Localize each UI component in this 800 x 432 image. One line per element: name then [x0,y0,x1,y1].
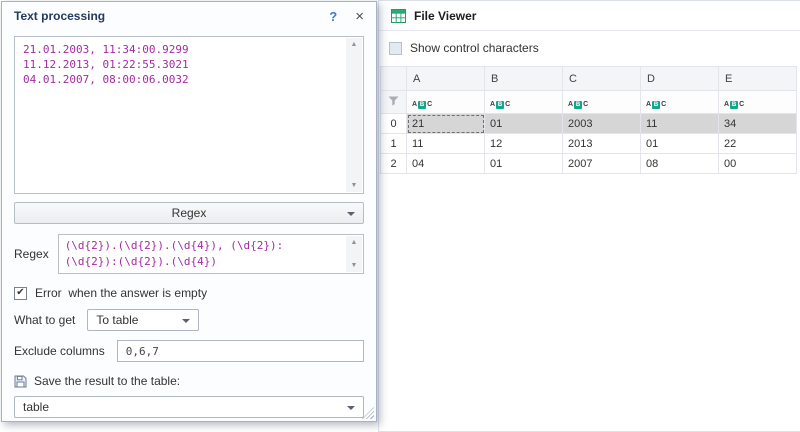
close-icon[interactable]: × [355,9,364,24]
text-type-icon: ABC [412,101,432,109]
grid-corner-cell[interactable] [381,67,407,91]
grid-cell[interactable]: 00 [719,154,797,174]
grid-cell[interactable]: 01 [485,114,563,134]
chevron-down-icon [347,212,355,216]
grid-cell[interactable]: 12 [485,134,563,154]
checkmark-icon: ✔ [16,288,24,298]
table-select[interactable]: table [14,396,364,418]
grid-cell[interactable]: 11 [407,134,485,154]
grid-cell[interactable]: 04 [407,154,485,174]
regex-value: (\d{2}).(\d{2}).(\d{4}), (\d{2}): (\d{2}… [65,238,345,270]
what-to-get-value: To table [96,313,138,327]
column-type-cell[interactable]: ABC [563,91,641,114]
grid-column-header-row: ABCDE [381,67,797,91]
row-header[interactable]: 2 [381,154,407,174]
table-select-value: table [23,400,49,414]
mode-dropdown[interactable]: Regex [14,202,364,224]
error-checkbox-row[interactable]: ✔ Error when the answer is empty [14,286,364,300]
scroll-down-icon[interactable]: ▼ [346,259,362,272]
error-checkbox[interactable]: ✔ [14,287,27,300]
text-type-icon: ABC [568,101,588,109]
grid-cell[interactable]: 21 [407,114,485,134]
row-header[interactable]: 1 [381,134,407,154]
scroll-up-icon[interactable]: ▲ [346,38,362,51]
grid-column-header[interactable]: B [485,67,563,91]
grid-column-header[interactable]: C [563,67,641,91]
column-type-cell[interactable]: ABC [485,91,563,114]
data-grid-container: ABCDE ABCABCABCABCABC 021012003113411112… [379,66,800,174]
text-processing-dialog: Text processing ? × 21.01.2003, 11:34:00… [1,1,377,422]
grid-cell[interactable]: 01 [485,154,563,174]
filter-funnel-icon [388,96,399,106]
error-checkbox-label: Error when the answer is empty [35,286,207,300]
sample-scrollbar[interactable]: ▲ ▼ [346,38,362,192]
grid-type-row: ABC ABC ABC ABC ABC [381,91,797,114]
grid-column-header[interactable]: A [407,67,485,91]
file-viewer-titlebar: File Viewer [379,1,800,31]
row-header[interactable]: 0 [381,114,407,134]
show-control-characters-checkbox[interactable] [389,42,402,55]
grid-cell[interactable]: 2007 [563,154,641,174]
grid-cell[interactable]: 34 [719,114,797,134]
chevron-down-icon [347,406,355,410]
text-type-icon: ABC [724,101,744,109]
text-type-icon: ABC [646,101,666,109]
exclude-columns-row: Exclude columns 0,6,7 [14,340,364,362]
show-control-characters-label: Show control characters [410,41,539,55]
exclude-columns-input[interactable]: 0,6,7 [117,340,364,362]
table-row: 2040120070800 [381,154,797,174]
scroll-up-icon[interactable]: ▲ [346,236,362,249]
table-row: 1111220130122 [381,134,797,154]
exclude-columns-value: 0,6,7 [126,345,159,358]
dialog-titlebar[interactable]: Text processing ? × [2,2,376,30]
text-type-icon: ABC [490,101,510,109]
filter-icon-cell[interactable] [381,91,407,114]
regex-scrollbar[interactable]: ▲ ▼ [346,236,362,272]
column-type-cell[interactable]: ABC [719,91,797,114]
table-icon [391,9,406,23]
column-type-cell[interactable]: ABC [407,91,485,114]
table-row: 0210120031134 [381,114,797,134]
what-to-get-select[interactable]: To table [87,309,199,331]
help-icon[interactable]: ? [329,9,337,24]
regex-input[interactable]: (\d{2}).(\d{2}).(\d{4}), (\d{2}): (\d{2}… [58,234,364,274]
regex-row: Regex (\d{2}).(\d{2}).(\d{4}), (\d{2}): … [14,234,364,274]
grid-cell[interactable]: 11 [641,114,719,134]
regex-label: Regex [14,234,49,274]
dialog-title: Text processing [14,9,329,23]
grid-column-header[interactable]: E [719,67,797,91]
show-control-characters-row[interactable]: Show control characters [379,36,800,60]
sample-text: 21.01.2003, 11:34:00.9299 11.12.2013, 01… [23,42,343,189]
mode-dropdown-label: Regex [172,206,207,220]
chevron-down-icon [182,319,190,323]
save-row: Save the result to the table: [14,374,364,388]
what-to-get-row: What to get To table [14,309,364,331]
grid-column-header[interactable]: D [641,67,719,91]
what-to-get-label: What to get [14,313,75,327]
file-viewer-title: File Viewer [414,9,476,23]
scroll-down-icon[interactable]: ▼ [346,179,362,192]
grid-cell[interactable]: 2013 [563,134,641,154]
sample-text-area[interactable]: 21.01.2003, 11:34:00.9299 11.12.2013, 01… [14,36,364,194]
grid-cell[interactable]: 01 [641,134,719,154]
save-icon [14,375,27,388]
file-viewer-panel: File Viewer Show control characters ABCD… [378,0,800,432]
data-grid: ABCDE ABCABCABCABCABC 021012003113411112… [380,66,797,174]
grid-cell[interactable]: 2003 [563,114,641,134]
grid-cell[interactable]: 22 [719,134,797,154]
save-label: Save the result to the table: [34,374,180,388]
grid-cell[interactable]: 08 [641,154,719,174]
exclude-columns-label: Exclude columns [14,344,105,358]
column-type-cell[interactable]: ABC [641,91,719,114]
